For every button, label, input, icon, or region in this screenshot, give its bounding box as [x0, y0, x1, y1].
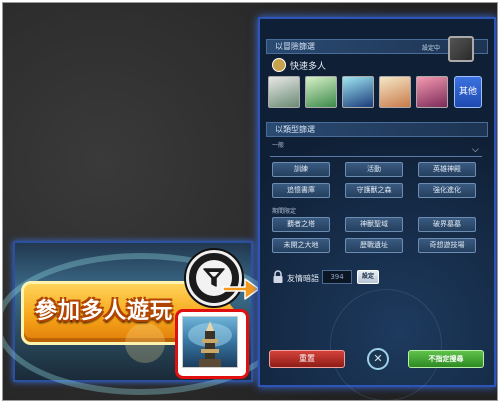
character-portrait[interactable] [342, 76, 374, 108]
type-button-guardian-forest[interactable]: 守護獸之森 [345, 183, 403, 198]
friend-code-label: 友情暗語 [287, 274, 319, 283]
search-any-button[interactable]: 不指定搜尋 [408, 350, 484, 368]
character-portrait[interactable] [416, 76, 448, 108]
fast-multiplayer-title: 快速多人 [290, 62, 327, 72]
type-button-memory-library[interactable]: 追憶書庫 [272, 183, 330, 198]
general-label: 一般 [272, 142, 285, 149]
screen-frame: 參加多人遊玩 以冒險篩選 設定中 快速多人 其他 以類型篩選 一般 ⌵ 訓練 活… [2, 2, 498, 401]
adventure-filter-label: 以冒險篩選 [275, 42, 315, 51]
limited-label: 期間限定 [272, 208, 297, 215]
other-button[interactable]: 其他 [454, 76, 482, 108]
lock-icon [273, 270, 283, 283]
tower-illustration [188, 321, 232, 367]
type-filter-label: 以類型篩選 [275, 125, 315, 134]
arrow-right-icon [222, 278, 260, 300]
join-multiplayer-label: 參加多人遊玩 [35, 299, 174, 324]
chevron-down-icon[interactable]: ⌵ [472, 145, 479, 155]
close-icon[interactable]: ✕ [367, 348, 389, 370]
set-button[interactable]: 設定 [357, 270, 379, 284]
type-button-beast-sanctuary[interactable]: 神獸聖域 [345, 217, 403, 232]
highlighted-stage-thumbnail[interactable] [175, 309, 249, 379]
character-portrait[interactable] [305, 76, 337, 108]
multiplayer-icon [272, 58, 286, 72]
type-button-battle-ruins[interactable]: 歷戰遺址 [345, 238, 403, 253]
type-button-evolution[interactable]: 強化進化 [418, 183, 476, 198]
category-dropdown[interactable] [270, 149, 482, 157]
friend-code-input[interactable]: 394 [322, 270, 352, 284]
setting-tag: 設定中 [422, 45, 441, 52]
type-button-overlord-tower[interactable]: 覇者之塔 [272, 217, 330, 232]
type-button-hero-temple[interactable]: 英雄神殿 [418, 162, 476, 177]
filter-panel: 以冒險篩選 設定中 快速多人 其他 以類型篩選 一般 ⌵ 訓練 活動 英雄神殿 … [258, 17, 496, 400]
flower-decoration [125, 323, 165, 363]
type-button-uncharted-land[interactable]: 未開之大地 [272, 238, 330, 253]
type-button-fantasy-arena[interactable]: 奇想遊技場 [418, 238, 476, 253]
tower-image [182, 316, 238, 368]
character-portrait[interactable] [379, 76, 411, 108]
panel-decoration [330, 289, 442, 400]
adventure-thumbnail-slot[interactable] [448, 36, 474, 62]
type-button-training[interactable]: 訓練 [272, 162, 330, 177]
type-filter-header: 以類型篩選 [266, 122, 488, 137]
character-portrait[interactable] [268, 76, 300, 108]
type-button-boundary-tomb[interactable]: 破界墓墓 [418, 217, 476, 232]
reset-button[interactable]: 重置 [269, 350, 345, 368]
type-button-event[interactable]: 活動 [345, 162, 403, 177]
